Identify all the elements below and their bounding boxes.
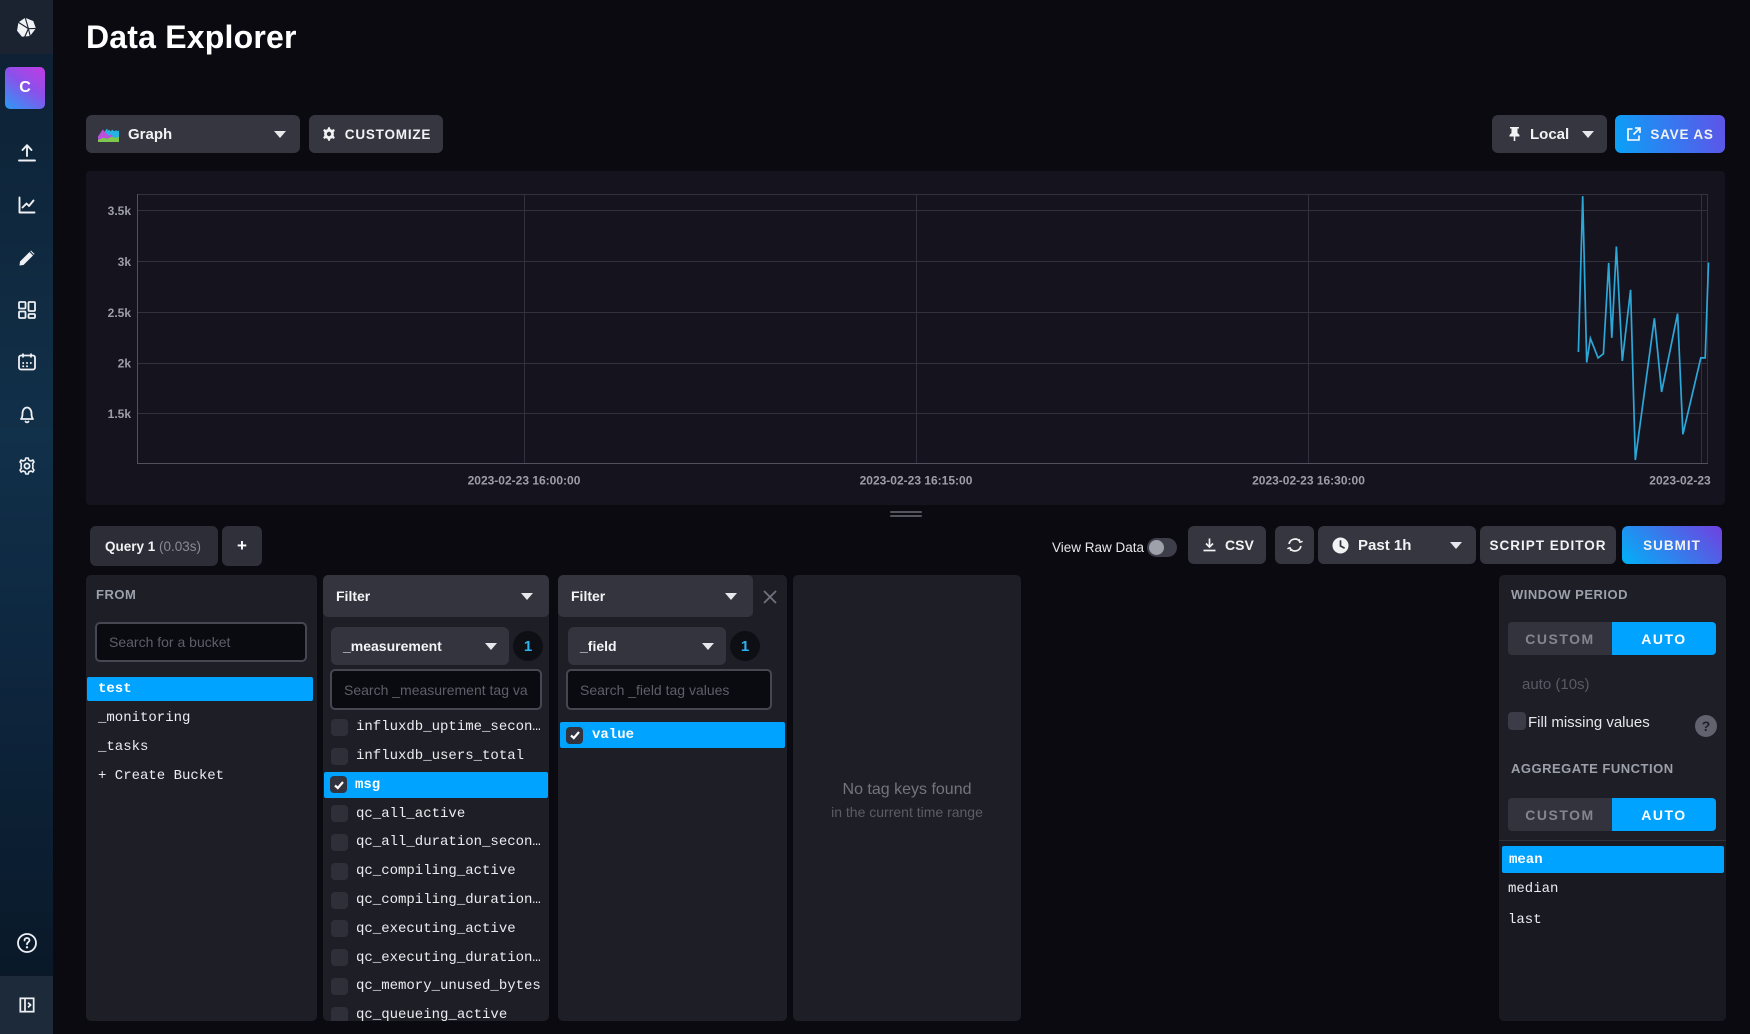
svg-text:3.5k: 3.5k: [108, 204, 132, 218]
svg-text:2023-02-23: 2023-02-23: [1649, 474, 1711, 488]
svg-text:2.5k: 2.5k: [108, 306, 132, 320]
svg-text:2023-02-23 16:00:00: 2023-02-23 16:00:00: [468, 474, 581, 488]
svg-text:1.5k: 1.5k: [108, 407, 132, 421]
svg-text:2023-02-23 16:30:00: 2023-02-23 16:30:00: [1252, 474, 1365, 488]
svg-text:2023-02-23 16:15:00: 2023-02-23 16:15:00: [860, 474, 973, 488]
svg-text:2k: 2k: [118, 356, 132, 370]
svg-text:3k: 3k: [118, 255, 132, 269]
